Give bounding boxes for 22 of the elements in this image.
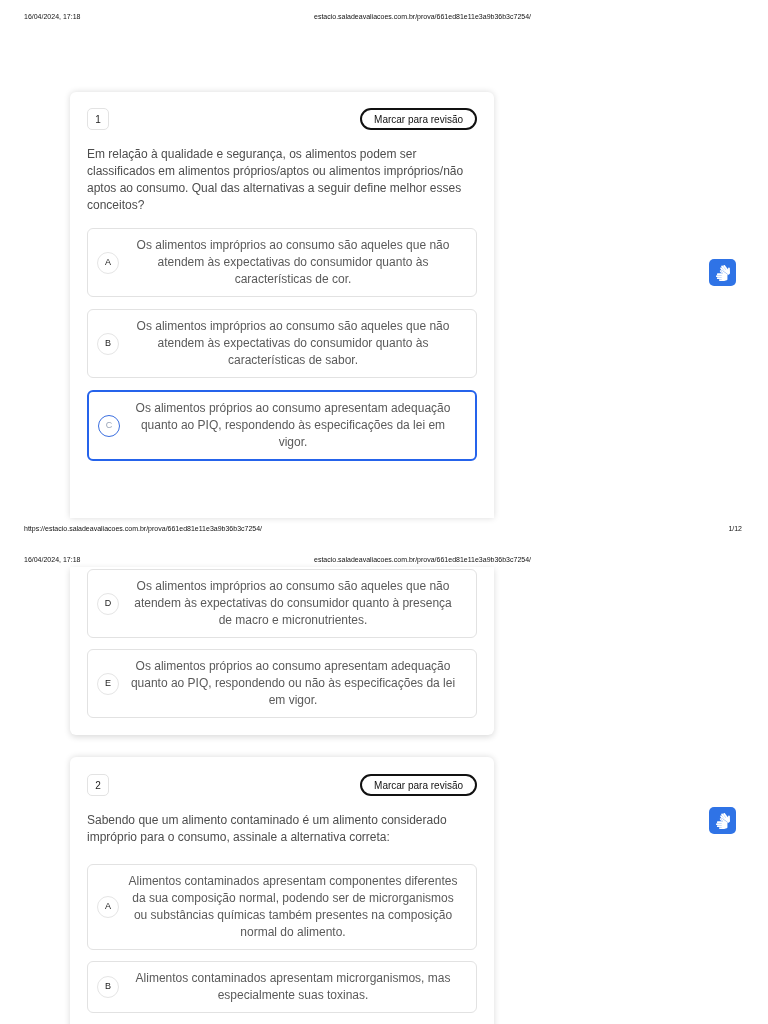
answer-option[interactable]: E Os alimentos próprios ao consumo apresentam adequação quanto ao PIQ, respondendo ou não às especificações da lei em vigor. xyxy=(87,649,477,718)
answer-option[interactable]: C Os alimentos próprios ao consumo apresentam adequação quanto ao PIQ, respondendo às especificações da lei em vigor. xyxy=(87,390,477,461)
answer-option[interactable]: A Os alimentos impróprios ao consumo são aqueles que não atendem às expectativas do consumidor quanto às características de cor. xyxy=(87,228,477,297)
option-text: Os alimentos impróprios ao consumo são aqueles que não atendem às expectativas do consumidor quanto às características de cor. xyxy=(135,237,451,288)
question-text: Em relação à qualidade e segurança, os alimentos podem ser classificados em alimentos próprios/aptos ou alimentos impróprios/não aptos ao consumo. Qual das alternativas a seguir define melhor esses conceitos? xyxy=(87,146,465,214)
sign-language-icon[interactable] xyxy=(709,807,736,834)
sign-language-icon[interactable] xyxy=(709,259,736,286)
option-text: Alimentos contaminados apresentam componentes diferentes da sua composição normal, podendo ser de microrganismos ou substâncias químicas também presentes na composição normal do alimento. xyxy=(127,873,459,941)
option-text: Alimentos contaminados apresentam microrganismos, mas especialmente suas toxinas. xyxy=(134,970,452,1004)
question-text: Sabendo que um alimento contaminado é um alimento considerado impróprio para o consumo, assinale a alternativa correta: xyxy=(87,812,448,846)
review-button[interactable]: Marcar para revisão xyxy=(360,774,477,796)
question-number: 1 xyxy=(87,108,109,130)
option-text: Os alimentos impróprios ao consumo são aqueles que não atendem às expectativas do consumidor quanto às características de sabor. xyxy=(135,318,451,369)
answer-option[interactable]: B Os alimentos impróprios ao consumo são aqueles que não atendem às expectativas do consumidor quanto às características de sabor. xyxy=(87,309,477,378)
review-button[interactable]: Marcar para revisão xyxy=(360,108,477,130)
question-number: 2 xyxy=(87,774,109,796)
option-text: Os alimentos próprios ao consumo apresentam adequação quanto ao PIQ, respondendo às especificações da lei em vigor. xyxy=(134,400,452,451)
answer-option[interactable]: B Alimentos contaminados apresentam microrganismos, mas especialmente suas toxinas. xyxy=(87,961,477,1013)
option-text: Os alimentos impróprios ao consumo são aqueles que não atendem às expectativas do consumidor quanto à presença de macro e micronutrientes. xyxy=(133,578,453,629)
option-text: Os alimentos próprios ao consumo apresentam adequação quanto ao PIQ, respondendo ou não às especificações da lei em vigor. xyxy=(129,658,457,709)
answer-option[interactable]: A Alimentos contaminados apresentam componentes diferentes da sua composição normal, podendo ser de microrganismos ou substâncias químicas também presentes na composição normal do alimento. xyxy=(87,864,477,950)
answer-option[interactable]: D Os alimentos impróprios ao consumo são aqueles que não atendem às expectativas do consumidor quanto à presença de macro e micronutrientes. xyxy=(87,569,477,638)
